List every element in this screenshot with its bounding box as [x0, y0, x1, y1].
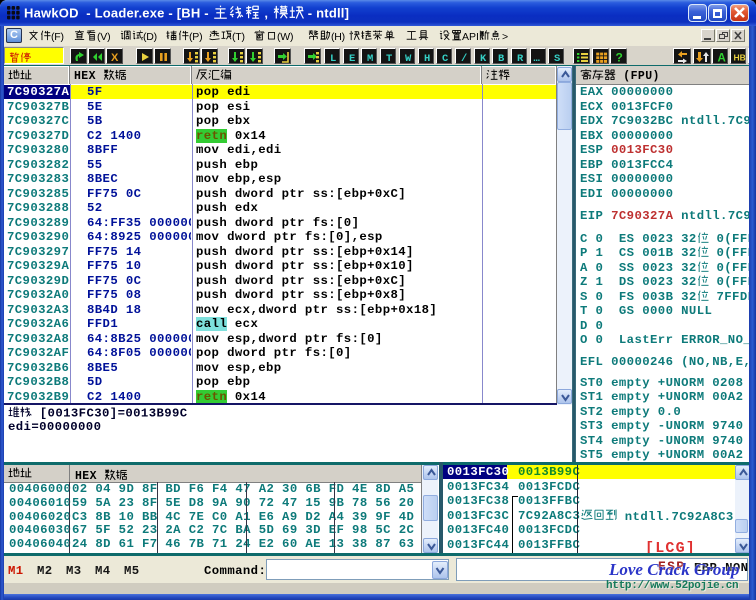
svg-text:H: H: [424, 53, 430, 64]
svg-text:L: L: [330, 53, 336, 64]
svg-text:M: M: [367, 53, 373, 64]
svg-text:S: S: [554, 53, 560, 64]
svg-text:A: A: [718, 53, 726, 65]
svg-text:X: X: [111, 52, 119, 64]
svg-text:T: T: [386, 53, 392, 64]
svg-text:C: C: [442, 53, 449, 64]
svg-text:E: E: [349, 53, 355, 64]
svg-text:R: R: [517, 53, 524, 64]
svg-text:K: K: [480, 53, 487, 64]
svg-text:W: W: [405, 53, 412, 64]
svg-text:B: B: [498, 53, 505, 64]
svg-text:HB: HB: [734, 53, 746, 63]
svg-text:/: /: [461, 53, 467, 64]
svg-text:…: …: [533, 53, 540, 64]
svg-text:?: ?: [616, 51, 623, 65]
